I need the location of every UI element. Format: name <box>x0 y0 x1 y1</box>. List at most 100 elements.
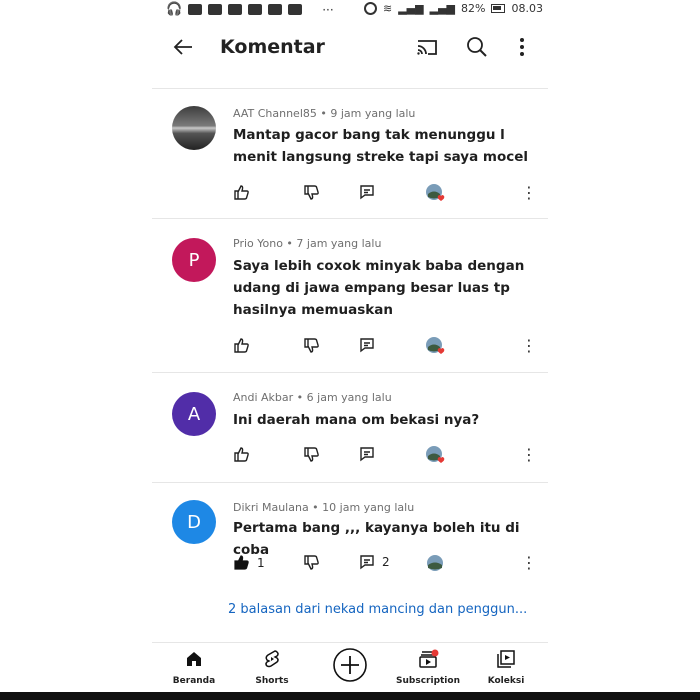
headphones-icon: 🎧 <box>166 2 183 17</box>
signal-icon: ▂▄▆ <box>429 2 455 15</box>
comment-more-icon[interactable]: ⋮ <box>521 553 537 572</box>
comment-time: 6 jam yang lalu <box>306 391 392 404</box>
reply-button[interactable]: 2 <box>359 554 390 570</box>
comment-author[interactable]: AAT Channel85 <box>233 107 317 120</box>
comment-actions: ⋮ <box>233 183 537 204</box>
comment-item: A Andi Akbar • 6 jam yang lalu Ini daera… <box>152 380 548 480</box>
clock: 08.03 <box>511 2 543 15</box>
comment-item: D Dikri Maulana • 10 jam yang lalu Perta… <box>152 490 548 590</box>
sync-icon <box>364 2 377 15</box>
notification-icon <box>208 4 223 15</box>
comment-author[interactable]: Prio Yono <box>233 237 283 250</box>
reply-button[interactable] <box>359 446 382 462</box>
divider <box>152 372 548 373</box>
avatar[interactable]: P <box>172 238 216 282</box>
wifi-icon: ≋ <box>383 2 393 15</box>
like-button[interactable] <box>233 337 257 354</box>
notification-icons: 🎧 ··· <box>166 2 334 17</box>
create-icon <box>333 648 367 682</box>
back-arrow-icon[interactable] <box>172 36 194 64</box>
reply-button[interactable] <box>359 184 382 200</box>
system-navigation-bar <box>0 692 700 700</box>
comment-actions: 1 2 ⋮ <box>233 553 537 574</box>
comment-text: Mantap gacor bang tak menunggu l menit l… <box>233 127 529 165</box>
comment-meta: Prio Yono • 7 jam yang lalu <box>233 237 382 250</box>
dislike-button[interactable] <box>303 184 320 201</box>
divider <box>152 482 548 483</box>
dislike-button[interactable] <box>303 554 320 571</box>
nav-label: Koleksi <box>487 676 525 686</box>
app-header: Komentar <box>152 28 548 72</box>
nav-label: Shorts <box>255 676 289 686</box>
comment-item: P Prio Yono • 7 jam yang lalu Saya lebih… <box>152 226 548 366</box>
like-button[interactable]: 1 <box>233 554 265 571</box>
comment-meta: Andi Akbar • 6 jam yang lalu <box>233 391 392 404</box>
nav-item-subscription[interactable]: Subscription <box>388 649 468 686</box>
more-notifications-icon: ··· <box>322 2 334 17</box>
thumbs-down-icon <box>304 447 319 462</box>
notification-icon <box>188 4 203 15</box>
creator-heart-icon <box>425 445 445 465</box>
signal-icon: ▂▄▆ <box>398 2 424 15</box>
thumbs-up-icon <box>234 185 249 200</box>
comment-text: Ini daerah mana om bekasi nya? <box>233 412 480 428</box>
thumbs-up-icon <box>234 447 249 462</box>
reply-button[interactable] <box>359 337 382 353</box>
like-button[interactable] <box>233 446 257 463</box>
comment-time: 7 jam yang lalu <box>296 237 382 250</box>
system-icons: ≋ ▂▄▆ ▂▄▆ 82% 08.03 <box>364 2 543 15</box>
subscriptions-icon <box>419 649 439 668</box>
page-title: Komentar <box>220 36 325 58</box>
thumbs-down-icon <box>304 338 319 353</box>
thumbs-down-icon <box>304 555 319 570</box>
search-icon[interactable] <box>464 34 490 64</box>
status-bar: 🎧 ··· ≋ ▂▄▆ ▂▄▆ 82% 08.03 <box>0 0 700 22</box>
notification-icon <box>228 4 243 15</box>
comment-actions: ⋮ <box>233 445 537 466</box>
nav-item-beranda[interactable]: Beranda <box>154 649 234 686</box>
battery-icon <box>491 4 506 13</box>
cast-icon[interactable] <box>414 34 440 64</box>
creator-heart-icon <box>425 336 445 356</box>
like-button[interactable] <box>233 184 257 201</box>
like-count: 1 <box>257 555 265 570</box>
avatar[interactable] <box>172 106 216 150</box>
dislike-button[interactable] <box>303 446 320 463</box>
thumbs-down-icon <box>304 185 319 200</box>
creator-heart-icon <box>425 183 445 203</box>
battery-percent: 82% <box>461 2 486 15</box>
comment-author[interactable]: Dikri Maulana <box>233 501 309 514</box>
avatar[interactable]: D <box>172 500 216 544</box>
nav-label: Subscription <box>396 676 460 686</box>
divider <box>152 88 548 89</box>
comment-meta: Dikri Maulana • 10 jam yang lalu <box>233 501 415 514</box>
comment-time: 10 jam yang lalu <box>322 501 415 514</box>
divider <box>152 218 548 219</box>
comment-more-icon[interactable]: ⋮ <box>521 445 537 464</box>
reply-icon <box>360 338 374 353</box>
nav-item-koleksi[interactable]: Koleksi <box>466 649 546 686</box>
comment-time: 9 jam yang lalu <box>330 107 416 120</box>
more-options-icon[interactable] <box>514 34 530 64</box>
dislike-button[interactable] <box>303 337 320 354</box>
nav-label: Beranda <box>172 676 216 686</box>
comment-author[interactable]: Andi Akbar <box>233 391 293 404</box>
notification-icon <box>248 4 263 15</box>
reply-count: 2 <box>382 555 390 569</box>
comment-text: Saya lebih coxok minyak baba dengan udan… <box>233 258 525 318</box>
notification-icon <box>268 4 283 15</box>
comment-more-icon[interactable]: ⋮ <box>521 336 537 355</box>
comment-more-icon[interactable]: ⋮ <box>521 183 537 202</box>
reply-icon <box>360 185 374 200</box>
view-replies-link[interactable]: 2 balasan dari nekad mancing dan penggun… <box>228 602 527 617</box>
create-button[interactable] <box>310 647 390 687</box>
nav-item-shorts[interactable]: Shorts <box>232 649 312 686</box>
thumbs-up-filled-icon <box>234 555 249 570</box>
comment-actions: ⋮ <box>233 336 537 357</box>
bottom-navigation: Beranda Shorts Subscription Koleksi <box>152 642 548 693</box>
home-icon <box>187 652 201 666</box>
avatar[interactable]: A <box>172 392 216 436</box>
thumbs-up-icon <box>234 338 249 353</box>
library-icon <box>497 650 515 668</box>
comment-item: AAT Channel85 • 9 jam yang lalu Mantap g… <box>152 96 548 216</box>
